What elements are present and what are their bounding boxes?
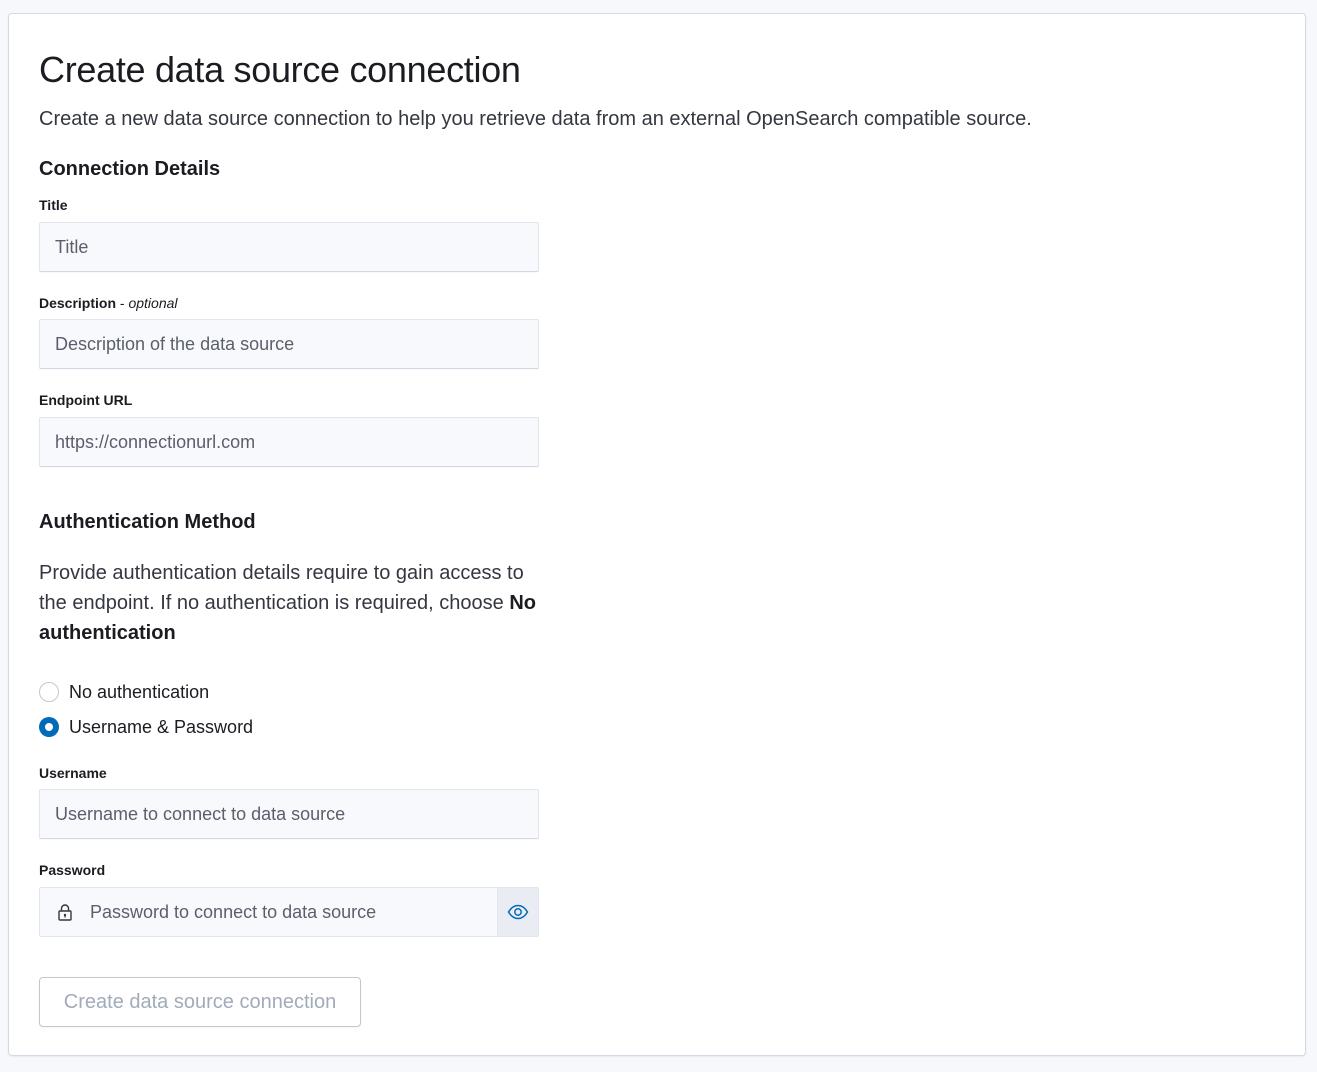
create-data-source-panel: Create data source connection Create a n… <box>8 13 1306 1056</box>
password-label: Password <box>39 862 106 878</box>
page-description: Create a new data source connection to h… <box>39 108 1032 130</box>
username-input[interactable] <box>39 789 539 839</box>
radio-button-checked[interactable] <box>39 717 59 737</box>
radio-label-no-authentication: No authentication <box>69 681 210 702</box>
page-title: Create data source connection <box>39 49 521 90</box>
endpoint-url-input[interactable] <box>39 417 539 467</box>
title-input[interactable] <box>39 222 539 272</box>
optional-hint: optional <box>128 295 178 311</box>
description-label: Description - optional <box>39 294 178 312</box>
password-input[interactable] <box>90 888 497 936</box>
description-label-separator: - <box>116 295 129 311</box>
authentication-description: Provide authentication details require t… <box>39 558 539 648</box>
title-label: Title <box>39 197 68 213</box>
create-data-source-connection-button[interactable]: Create data source connection <box>39 977 361 1027</box>
authentication-description-text: Provide authentication details require t… <box>39 562 524 614</box>
radio-label-username-password: Username & Password <box>69 716 254 737</box>
description-label-text: Description <box>39 295 117 311</box>
radio-no-authentication[interactable]: No authentication <box>39 680 209 704</box>
radio-button-unchecked[interactable] <box>39 682 59 702</box>
endpoint-url-label: Endpoint URL <box>39 392 133 408</box>
lock-icon <box>40 888 90 936</box>
connection-details-heading: Connection Details <box>39 158 221 180</box>
eye-icon[interactable] <box>497 888 538 936</box>
radio-username-password[interactable]: Username & Password <box>39 715 253 739</box>
password-field <box>39 887 539 937</box>
username-label: Username <box>39 765 107 781</box>
description-input[interactable] <box>39 319 539 369</box>
authentication-method-heading: Authentication Method <box>39 511 256 533</box>
